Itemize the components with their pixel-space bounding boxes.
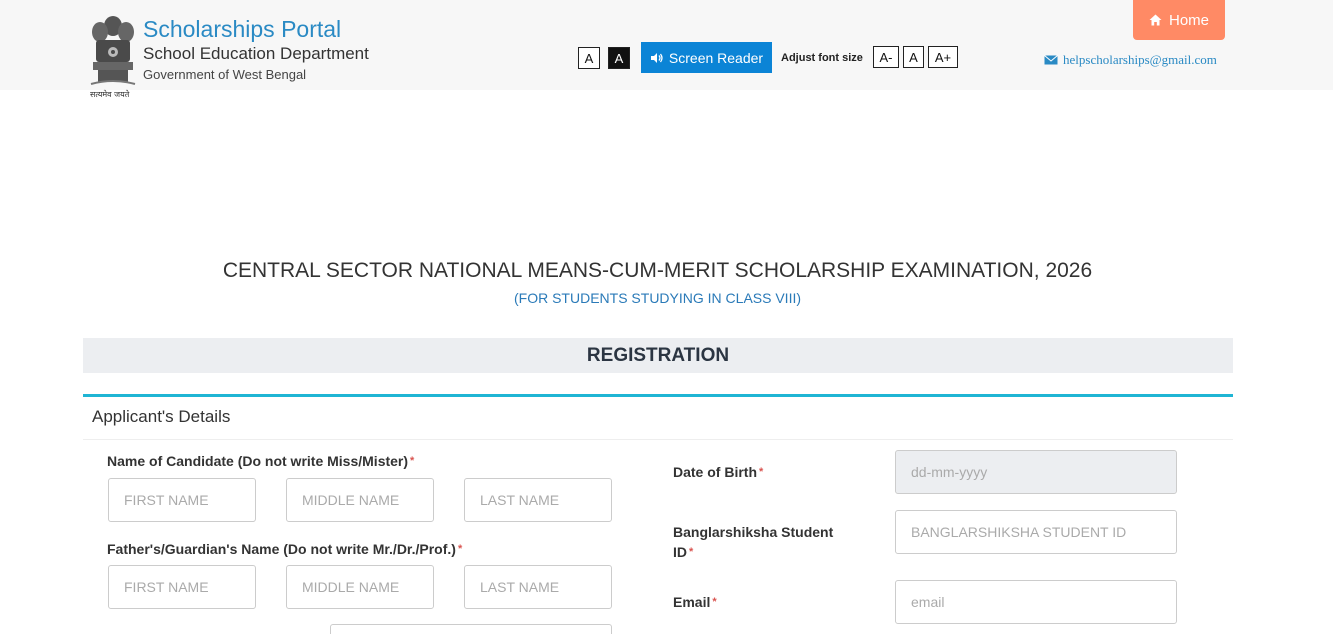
guardian-name-label-text: Father's/Guardian's Name (Do not write M… bbox=[107, 541, 456, 557]
candidate-middle-name-input[interactable] bbox=[286, 478, 434, 522]
required-marker: * bbox=[689, 546, 694, 558]
help-email-text: helpscholarships@gmail.com bbox=[1063, 52, 1217, 67]
home-button[interactable]: Home bbox=[1133, 0, 1225, 40]
department-name: School Education Department bbox=[143, 44, 369, 63]
email-label-text: Email bbox=[673, 594, 711, 610]
panel-divider bbox=[83, 439, 1233, 440]
portal-title[interactable]: Scholarships Portal bbox=[143, 16, 341, 43]
candidate-last-name-input[interactable] bbox=[464, 478, 612, 522]
applicant-details-heading: Applicant's Details bbox=[92, 407, 231, 426]
guardian-name-label: Father's/Guardian's Name (Do not write M… bbox=[107, 539, 462, 559]
candidate-name-label: Name of Candidate (Do not write Miss/Mis… bbox=[107, 451, 414, 471]
screen-reader-label: Screen Reader bbox=[668, 49, 764, 66]
home-label: Home bbox=[1168, 11, 1209, 29]
student-id-label: Banglarshiksha Student ID * bbox=[673, 522, 833, 562]
mail-icon bbox=[1044, 55, 1058, 65]
guardian-middle-name-input[interactable] bbox=[286, 565, 434, 609]
registration-heading: REGISTRATION bbox=[83, 338, 1233, 373]
adjust-font-label: Adjust font size bbox=[781, 52, 863, 64]
candidate-first-name-input[interactable] bbox=[108, 478, 256, 522]
dob-label: Date of Birth * bbox=[673, 462, 763, 482]
dob-label-text: Date of Birth bbox=[673, 464, 757, 480]
contrast-dark-button[interactable]: A bbox=[608, 47, 630, 69]
panel-accent-line bbox=[83, 394, 1233, 397]
contrast-light-button[interactable]: A bbox=[578, 47, 600, 69]
font-normal-button[interactable]: A bbox=[903, 46, 924, 68]
exam-subtitle: (FOR STUDENTS STUDYING IN CLASS VIII) bbox=[513, 290, 802, 306]
dob-input[interactable] bbox=[895, 450, 1177, 494]
help-email-link[interactable]: helpscholarships@gmail.com bbox=[1044, 52, 1217, 68]
emblem-caption: सत्यमेव जयते bbox=[90, 90, 130, 99]
exam-title: CENTRAL SECTOR NATIONAL MEANS-CUM-MERIT … bbox=[222, 259, 1093, 282]
required-marker: * bbox=[410, 455, 415, 467]
student-id-label-line1: Banglarshiksha Student bbox=[673, 524, 834, 540]
required-marker: * bbox=[759, 466, 764, 478]
student-id-label-line2: ID bbox=[673, 544, 687, 560]
government-name: Government of West Bengal bbox=[143, 67, 307, 82]
student-id-input[interactable] bbox=[895, 510, 1177, 554]
speaker-icon bbox=[650, 52, 663, 63]
guardian-last-name-input[interactable] bbox=[464, 565, 612, 609]
guardian-first-name-input[interactable] bbox=[108, 565, 256, 609]
screen-reader-button[interactable]: Screen Reader bbox=[641, 42, 772, 73]
national-emblem-icon bbox=[90, 16, 136, 85]
site-header: सत्यमेव जयते Scholarships Portal School … bbox=[0, 0, 1333, 99]
next-field-input-partial[interactable] bbox=[330, 624, 612, 634]
home-icon bbox=[1149, 14, 1162, 26]
email-label: Email * bbox=[673, 592, 717, 612]
font-decrease-button[interactable]: A- bbox=[873, 46, 899, 68]
required-marker: * bbox=[457, 543, 463, 555]
font-increase-button[interactable]: A+ bbox=[928, 46, 958, 68]
required-marker: * bbox=[712, 596, 717, 608]
email-input[interactable] bbox=[895, 580, 1177, 624]
candidate-name-label-text: Name of Candidate (Do not write Miss/Mis… bbox=[107, 453, 409, 469]
